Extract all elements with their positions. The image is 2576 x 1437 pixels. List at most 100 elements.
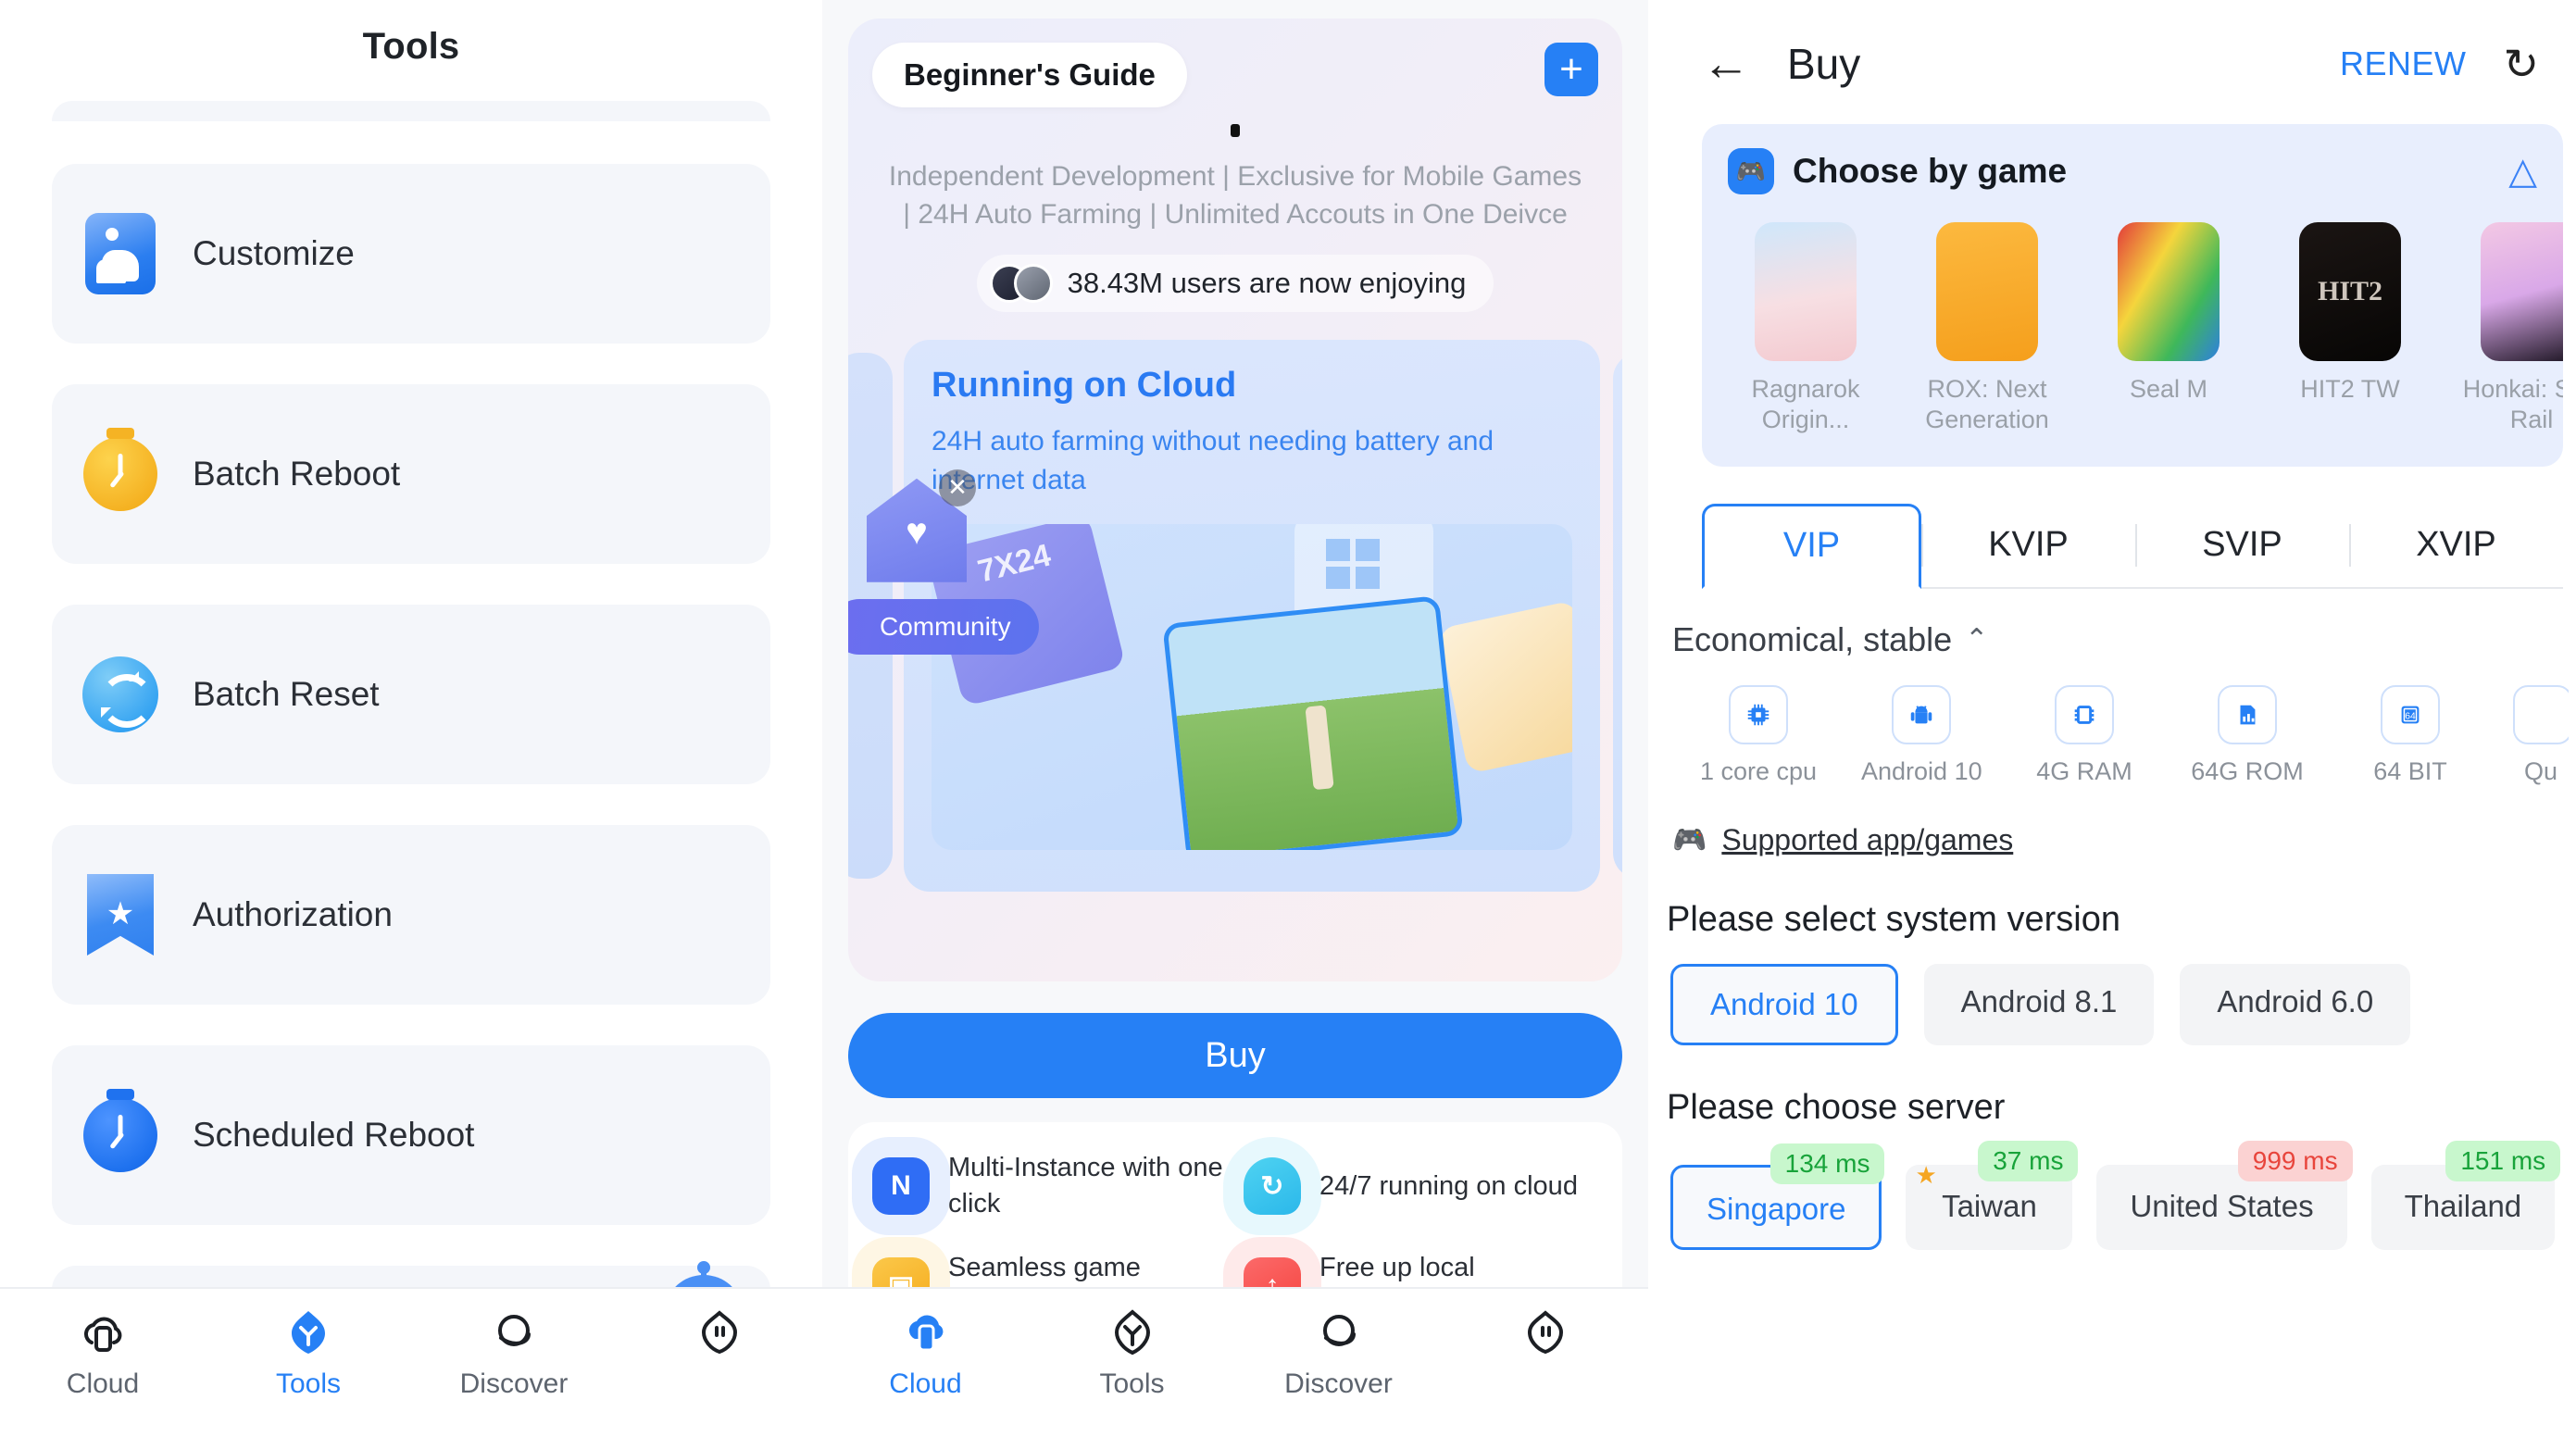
tools-hex-icon bbox=[1107, 1307, 1157, 1357]
rom-icon bbox=[2218, 684, 2277, 744]
nav-item-profile[interactable] bbox=[1442, 1307, 1648, 1368]
cloud-phone-icon bbox=[78, 1307, 128, 1357]
server-name: United States bbox=[2130, 1188, 2314, 1223]
cloud-panel: Beginner's Guide + Independent Developme… bbox=[822, 0, 1648, 1437]
close-icon[interactable]: ✕ bbox=[939, 469, 976, 506]
choose-by-game-header: 🎮 Choose by game △ bbox=[1728, 148, 2537, 194]
renew-button[interactable]: RENEW bbox=[2340, 44, 2467, 83]
nav-label: Discover bbox=[1284, 1368, 1393, 1399]
game-thumbnail bbox=[1936, 222, 2038, 361]
nav-item-profile[interactable] bbox=[617, 1307, 822, 1368]
guide-row: Beginner's Guide + bbox=[872, 43, 1598, 107]
plan-summary-row[interactable]: Economical, stable ⌃ bbox=[1672, 620, 2576, 659]
tab-kvip[interactable]: KVIP bbox=[1921, 504, 2135, 587]
buy-header: ← Buy RENEW ↻ bbox=[1676, 0, 2576, 89]
nav-item-cloud[interactable]: Cloud bbox=[822, 1307, 1029, 1400]
server-thailand[interactable]: 151 ms Thailand bbox=[2370, 1140, 2561, 1250]
nav-label: Tools bbox=[275, 1368, 342, 1399]
game-thumbnail-row[interactable]: Ragnarok Origin... ROX: Next Generation … bbox=[1728, 222, 2563, 435]
supported-apps-label: Supported app/games bbox=[1721, 822, 2014, 856]
tool-item-label: Scheduled Reboot bbox=[193, 1116, 475, 1154]
spec-label: 64G ROM bbox=[2191, 756, 2304, 785]
feature-carousel[interactable]: Running on Cloud 24H auto farming withou… bbox=[848, 339, 1622, 895]
server-name: Taiwan bbox=[1942, 1188, 2037, 1223]
spec-android: Android 10 bbox=[1861, 684, 1982, 786]
game-thumbnail bbox=[1755, 222, 1857, 361]
tab-svip[interactable]: SVIP bbox=[2135, 504, 2349, 587]
game-item[interactable]: Seal M bbox=[2091, 222, 2246, 435]
active-users-text: 38.43M users are now enjoying bbox=[1067, 266, 1467, 299]
game-thumbnail bbox=[2118, 222, 2220, 361]
tool-card-partial-top[interactable] bbox=[52, 101, 770, 121]
bookmark-star-icon: ★ bbox=[81, 874, 159, 956]
server-united-states[interactable]: 999 ms United States bbox=[2096, 1140, 2353, 1250]
discover-planet-icon bbox=[1314, 1307, 1364, 1357]
plan-summary-label: Economical, stable bbox=[1672, 619, 1953, 658]
game-name: ROX: Next Generation bbox=[1925, 375, 2049, 433]
nav-label: Discover bbox=[459, 1368, 569, 1399]
feature-label: 24/7 running on cloud bbox=[1319, 1170, 1578, 1201]
nav-item-discover[interactable]: Discover bbox=[1235, 1307, 1442, 1400]
tool-item-customize[interactable]: Customize bbox=[52, 164, 770, 344]
supported-apps-link[interactable]: 🎮 Supported app/games bbox=[1672, 823, 2576, 857]
back-arrow-icon[interactable]: ← bbox=[1702, 40, 1767, 88]
tab-xvip[interactable]: XVIP bbox=[2349, 504, 2563, 587]
server-taiwan[interactable]: ★ 37 ms Taiwan bbox=[1906, 1140, 2079, 1250]
slide-description: 24H auto farming without needing battery… bbox=[932, 425, 1494, 495]
nav-item-tools[interactable]: Tools bbox=[206, 1307, 411, 1400]
refresh-icon[interactable]: ↻ bbox=[2503, 39, 2539, 89]
system-version-android-10[interactable]: Android 10 bbox=[1670, 963, 1898, 1045]
tool-item-batch-reboot[interactable]: Batch Reboot bbox=[52, 384, 770, 564]
header-actions: RENEW ↻ bbox=[2340, 39, 2539, 89]
tool-item-batch-reset[interactable]: Batch Reset bbox=[52, 605, 770, 784]
tool-item-label: Batch Reset bbox=[193, 675, 380, 713]
server-singapore[interactable]: 134 ms Singapore bbox=[1670, 1143, 1885, 1250]
tools-list: Customize Batch Reboot Batch Reset ★ Aut… bbox=[0, 101, 822, 1437]
system-version-android-60[interactable]: Android 6.0 bbox=[2180, 963, 2411, 1045]
chevron-up-icon: ⌃ bbox=[1965, 624, 1989, 656]
ram-icon bbox=[2055, 684, 2114, 744]
add-instance-button[interactable]: + bbox=[1544, 43, 1598, 96]
nav-item-tools[interactable]: Tools bbox=[1029, 1307, 1235, 1400]
buy-button[interactable]: Buy bbox=[848, 1013, 1622, 1098]
beginners-guide-button[interactable]: Beginner's Guide bbox=[872, 43, 1187, 107]
tools-panel: Tools Customize Batch Reboot Batch Reset bbox=[0, 0, 822, 1437]
server-ping-badge: 134 ms bbox=[1769, 1143, 1885, 1184]
tool-item-authorization[interactable]: ★ Authorization bbox=[52, 825, 770, 1005]
gamepad-outline-icon: 🎮 bbox=[1672, 824, 1707, 856]
recommended-star-icon: ★ bbox=[1915, 1160, 1937, 1189]
game-name: Honkai: Star Rail bbox=[2462, 375, 2563, 433]
server-ping-badge: 151 ms bbox=[2445, 1140, 2561, 1181]
tool-item-label: Batch Reboot bbox=[193, 455, 401, 493]
nav-item-discover[interactable]: Discover bbox=[411, 1307, 617, 1400]
tool-item-scheduled-reboot[interactable]: Scheduled Reboot bbox=[52, 1045, 770, 1225]
tab-vip[interactable]: VIP bbox=[1702, 503, 1921, 589]
clock-blue-icon bbox=[81, 1096, 159, 1174]
community-badge[interactable]: Community bbox=[848, 598, 1039, 655]
profile-icon bbox=[694, 1307, 744, 1357]
nav-label: Cloud bbox=[66, 1368, 140, 1399]
game-name: HIT2 TW bbox=[2300, 375, 2400, 403]
game-item[interactable]: HIT2 HIT2 TW bbox=[2272, 222, 2428, 435]
game-item[interactable]: Ragnarok Origin... bbox=[1728, 222, 1883, 435]
game-item[interactable]: Honkai: Star Rail bbox=[2454, 222, 2563, 435]
clock-yellow-icon bbox=[81, 435, 159, 513]
spec-list: 1 core cpu Android 10 4G RAM 64G ROM 64 … bbox=[1676, 684, 2576, 786]
page-title: Tools bbox=[362, 26, 460, 67]
gold-tile bbox=[1438, 599, 1572, 774]
multi-instance-icon: N bbox=[872, 1157, 930, 1216]
game-thumbnail: HIT2 bbox=[2299, 222, 2401, 361]
vip-tier-tabs: VIP KVIP SVIP XVIP bbox=[1702, 503, 2563, 589]
discover-planet-icon bbox=[489, 1307, 539, 1357]
carousel-slide-next[interactable]: B Pc bbox=[1613, 352, 1622, 879]
game-item[interactable]: ROX: Next Generation bbox=[1909, 222, 2065, 435]
game-thumbnail bbox=[2481, 222, 2563, 361]
server-ping-badge: 37 ms bbox=[1978, 1140, 2079, 1181]
spec-label: Qu bbox=[2523, 756, 2558, 785]
nav-item-cloud[interactable]: Cloud bbox=[0, 1307, 206, 1400]
system-version-android-81[interactable]: Android 8.1 bbox=[1923, 963, 2155, 1045]
server-ping-badge: 999 ms bbox=[2237, 1140, 2353, 1181]
chevron-up-circle-icon[interactable]: △ bbox=[2508, 153, 2537, 190]
tools-hex-icon bbox=[283, 1307, 333, 1357]
feature-multi-instance: N Multi-Instance with one click bbox=[872, 1150, 1227, 1222]
